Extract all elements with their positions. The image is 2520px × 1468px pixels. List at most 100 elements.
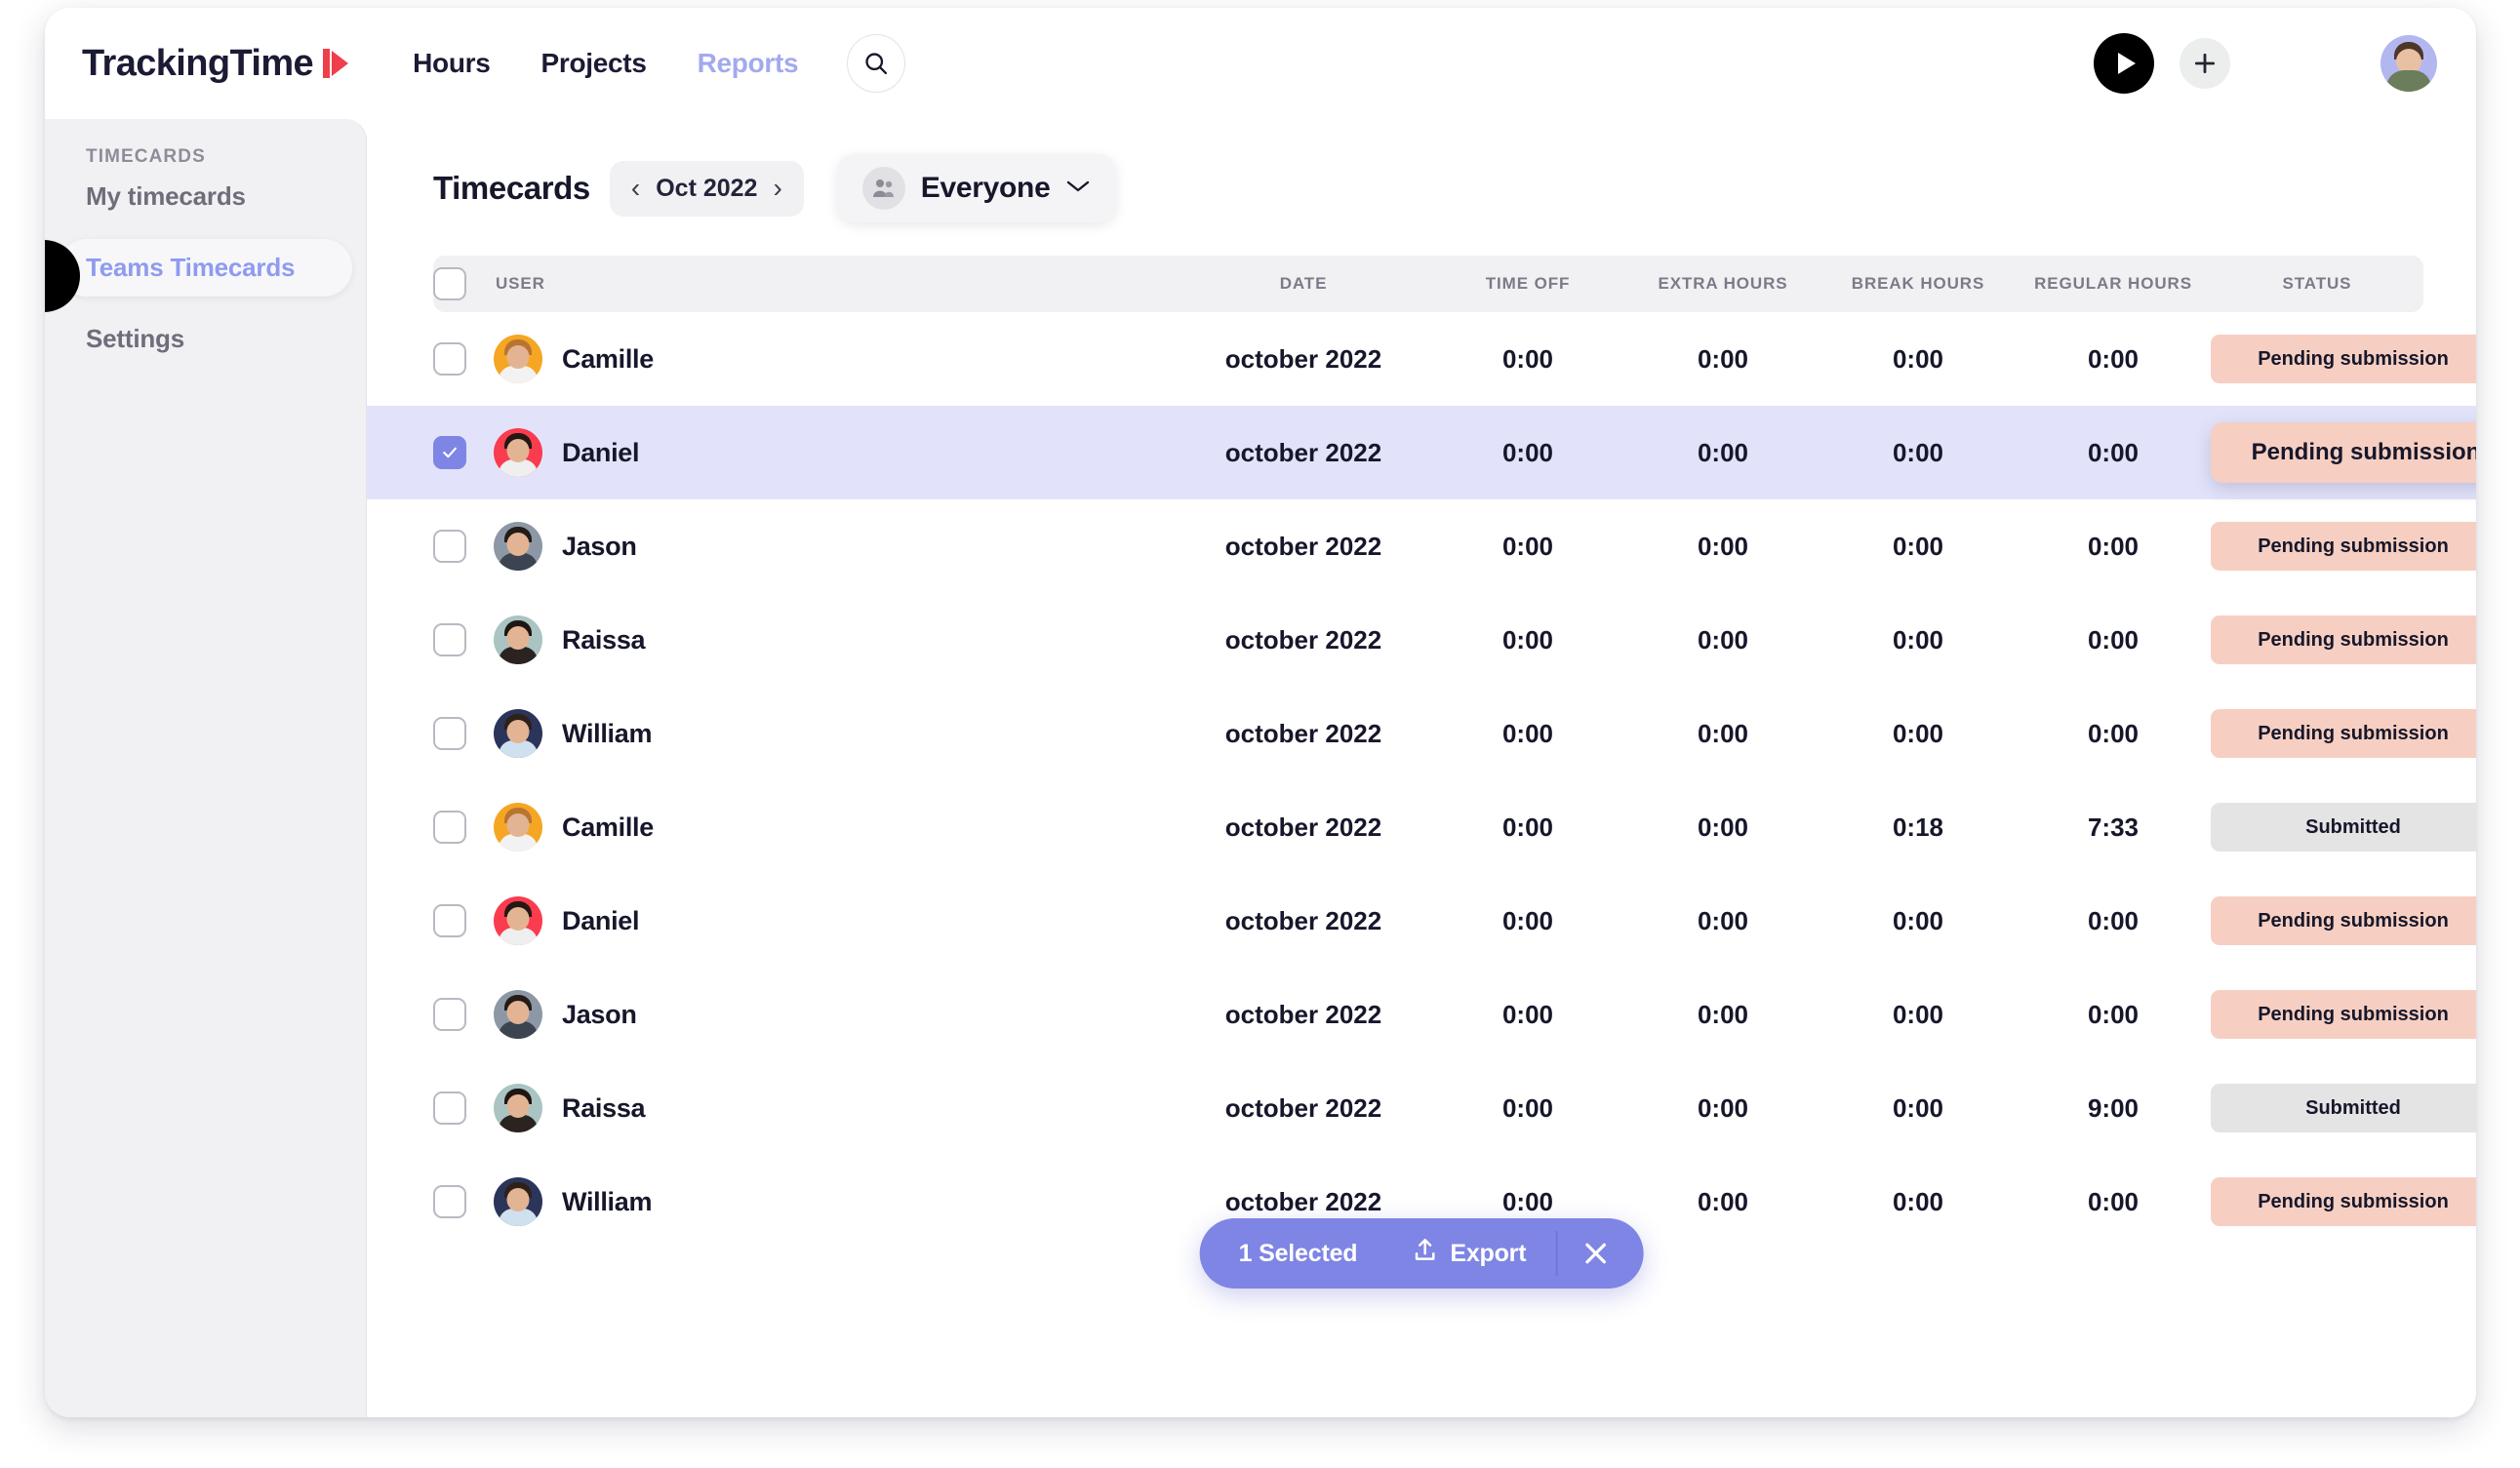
- avatar: [494, 709, 542, 758]
- table-row[interactable]: Daniel october 2022 0:00 0:00 0:00 0:00 Pendin…: [367, 874, 2476, 968]
- status-cell: Pending submission: [2211, 896, 2476, 945]
- avatar[interactable]: [2380, 35, 2437, 92]
- status-badge[interactable]: Pending submission: [2211, 422, 2476, 483]
- row-checkbox[interactable]: [433, 811, 466, 844]
- avatar: [494, 1177, 542, 1226]
- extra-hours-cell: 0:00: [1625, 1093, 1820, 1124]
- break-hours-cell: 0:00: [1820, 438, 2016, 468]
- plus-icon: [2194, 53, 2216, 74]
- status-badge[interactable]: Pending submission: [2211, 335, 2476, 383]
- extra-hours-cell: 0:00: [1625, 532, 1820, 562]
- column-header-status: STATUS: [2282, 274, 2352, 293]
- date-cell-value: october 2022: [1224, 905, 1382, 935]
- date-cell: october 2022: [1177, 719, 1430, 749]
- status-badge[interactable]: Submitted: [2211, 1084, 2476, 1132]
- column-header-user: USER: [496, 274, 545, 293]
- row-select-cell: [433, 530, 494, 563]
- row-checkbox[interactable]: [433, 998, 466, 1031]
- time-off-cell: 0:00: [1430, 1093, 1625, 1124]
- nav-item-hours[interactable]: Hours: [413, 48, 491, 79]
- close-action-bar-button[interactable]: [1557, 1218, 1633, 1289]
- time-off-cell-value: 0:00: [1501, 343, 1554, 374]
- regular-hours-cell-value: 7:33: [2087, 812, 2140, 842]
- row-checkbox[interactable]: [433, 436, 466, 469]
- row-checkbox[interactable]: [433, 530, 466, 563]
- regular-hours-cell: 0:00: [2016, 438, 2211, 468]
- time-off-cell: 0:00: [1430, 1000, 1625, 1030]
- people-filter-dropdown[interactable]: Everyone: [836, 154, 1117, 222]
- avatar-face: [506, 345, 530, 369]
- user-name: Jason: [562, 999, 637, 1029]
- user-cell: Raissa: [494, 1084, 1177, 1132]
- row-select-cell: [433, 342, 494, 376]
- status-badge[interactable]: Submitted: [2211, 803, 2476, 852]
- row-select-cell: [433, 1185, 494, 1218]
- status-cell: Pending submission: [2211, 335, 2476, 383]
- table-row[interactable]: Daniel october 2022 0:00 0:00 0:00 0:00 Pendin…: [367, 406, 2476, 499]
- time-off-cell: 0:00: [1430, 625, 1625, 655]
- sidebar-item-teams-timecards[interactable]: Teams Timecards: [59, 239, 352, 297]
- break-hours-cell-value: 0:00: [1892, 343, 1944, 374]
- user-name: Jason: [562, 531, 637, 561]
- status-badge[interactable]: Pending submission: [2211, 1177, 2476, 1226]
- nav-item-reports[interactable]: Reports: [698, 48, 799, 79]
- export-button[interactable]: Export: [1382, 1237, 1555, 1271]
- row-select-cell: [433, 811, 494, 844]
- chevron-down-icon: [1065, 179, 1091, 199]
- regular-hours-cell-value: 0:00: [2087, 1186, 2140, 1216]
- selected-count-label: 1 Selected: [1238, 1239, 1358, 1267]
- avatar-face: [506, 813, 530, 837]
- date-cell-value: october 2022: [1224, 531, 1382, 561]
- extra-hours-cell: 0:00: [1625, 625, 1820, 655]
- next-month-button[interactable]: ›: [773, 175, 781, 202]
- play-icon: [2117, 53, 2136, 74]
- prev-month-button[interactable]: ‹: [631, 175, 640, 202]
- table-row[interactable]: William october 2022 0:00 0:00 0:00 0:00 Pendi…: [367, 687, 2476, 780]
- table-row[interactable]: Raissa october 2022 0:00 0:00 0:00 9:00 Submit…: [367, 1061, 2476, 1155]
- row-checkbox[interactable]: [433, 623, 466, 656]
- status-badge[interactable]: Pending submission: [2211, 990, 2476, 1039]
- regular-hours-cell-value: 0:00: [2087, 343, 2140, 374]
- row-checkbox[interactable]: [433, 904, 466, 937]
- extra-hours-cell-value: 0:00: [1697, 905, 1749, 935]
- status-cell: Submitted: [2211, 1084, 2476, 1132]
- nav-item-projects[interactable]: Projects: [541, 48, 647, 79]
- time-off-cell-value: 0:00: [1501, 718, 1554, 748]
- row-checkbox[interactable]: [433, 1091, 466, 1125]
- table-row[interactable]: Raissa october 2022 0:00 0:00 0:00 0:00 Pendin…: [367, 593, 2476, 687]
- status-cell: Pending submission: [2211, 422, 2476, 483]
- status-badge[interactable]: Pending submission: [2211, 615, 2476, 664]
- select-all-checkbox[interactable]: [433, 267, 466, 300]
- break-hours-cell: 0:00: [1820, 719, 2016, 749]
- brand-logo[interactable]: TrackingTime: [82, 43, 350, 85]
- date-cell: october 2022: [1177, 625, 1430, 655]
- extra-hours-cell-value: 0:00: [1697, 812, 1749, 842]
- regular-hours-cell: 7:33: [2016, 813, 2211, 843]
- regular-hours-cell: 0:00: [2016, 344, 2211, 375]
- time-off-cell-value: 0:00: [1501, 437, 1554, 467]
- row-select-cell: [433, 717, 494, 750]
- status-badge[interactable]: Pending submission: [2211, 709, 2476, 758]
- row-checkbox[interactable]: [433, 717, 466, 750]
- table-row[interactable]: Jason october 2022 0:00 0:00 0:00 0:00 Pending…: [367, 968, 2476, 1061]
- table-row[interactable]: Camille october 2022 0:00 0:00 0:18 7:33 Submi…: [367, 780, 2476, 874]
- add-button[interactable]: [2180, 38, 2230, 89]
- status-badge[interactable]: Pending submission: [2211, 896, 2476, 945]
- table-row[interactable]: Camille october 2022 0:00 0:00 0:00 0:00 Pendi…: [367, 312, 2476, 406]
- start-timer-button[interactable]: [2094, 33, 2154, 94]
- table-row[interactable]: Jason october 2022 0:00 0:00 0:00 0:00 Pending…: [367, 499, 2476, 593]
- row-checkbox[interactable]: [433, 342, 466, 376]
- row-checkbox[interactable]: [433, 1185, 466, 1218]
- upload-icon: [1412, 1237, 1437, 1271]
- avatar-face: [506, 533, 530, 556]
- avatar-body: [2386, 70, 2431, 92]
- search-button[interactable]: [847, 34, 906, 93]
- user-cell: Raissa: [494, 615, 1177, 664]
- sidebar-item-my-timecards[interactable]: My timecards: [59, 168, 352, 225]
- break-hours-cell-value: 0:00: [1892, 999, 1944, 1029]
- extra-hours-cell: 0:00: [1625, 438, 1820, 468]
- sidebar-item-settings[interactable]: Settings: [59, 310, 352, 368]
- regular-hours-cell: 0:00: [2016, 532, 2211, 562]
- user-cell: Camille: [494, 803, 1177, 852]
- status-badge[interactable]: Pending submission: [2211, 522, 2476, 571]
